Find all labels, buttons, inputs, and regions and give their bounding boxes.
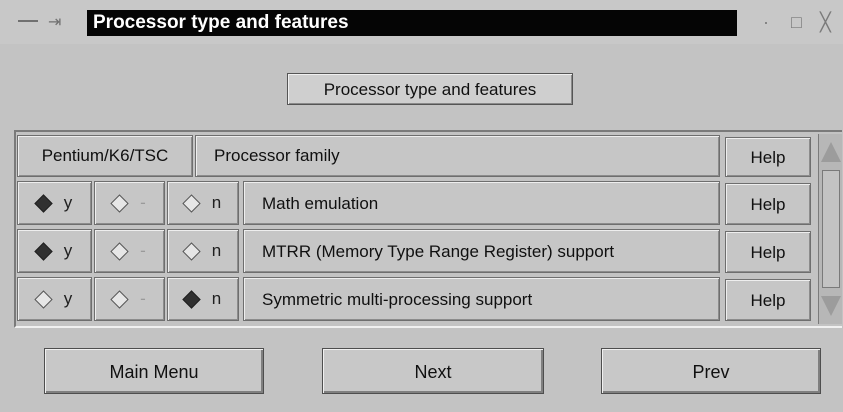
scroll-down-arrow-icon[interactable] (821, 296, 841, 316)
minimize-icon[interactable]: · (763, 12, 769, 32)
radio-diamond-icon (110, 241, 129, 261)
scroll-up-arrow-icon[interactable] (821, 142, 841, 162)
option-y-radio[interactable]: y (17, 181, 92, 225)
radio-diamond-icon (34, 241, 53, 261)
option-label: Symmetric multi-processing support (243, 277, 720, 321)
processor-family-label: Processor family (195, 135, 720, 177)
option-y-radio[interactable]: y (17, 277, 92, 321)
option-m-radio[interactable]: - (94, 229, 165, 273)
radio-diamond-icon (110, 193, 129, 213)
close-icon[interactable]: ╳ (820, 12, 831, 32)
maximize-icon[interactable]: □ (791, 12, 802, 32)
radio-diamond-icon (182, 289, 201, 309)
radio-diamond-icon (182, 193, 201, 213)
radio-diamond-icon (34, 193, 53, 213)
option-label: Math emulation (243, 181, 720, 225)
processor-family-value[interactable]: Pentium/K6/TSC (17, 135, 193, 177)
option-n-radio[interactable]: n (167, 181, 239, 225)
config-window: ⇥ Processor type and features · □ ╳ Proc… (0, 0, 843, 412)
radio-diamond-icon (34, 289, 53, 309)
scroll-thumb[interactable] (822, 170, 840, 288)
option-m-radio[interactable]: - (94, 181, 165, 225)
prev-button[interactable]: Prev (601, 348, 821, 394)
help-button[interactable]: Help (725, 183, 811, 225)
window-menu-icon[interactable] (18, 20, 38, 22)
pin-icon[interactable]: ⇥ (48, 12, 61, 32)
option-m-radio[interactable]: - (94, 277, 165, 321)
radio-diamond-icon (110, 289, 129, 309)
vertical-scrollbar[interactable] (818, 134, 842, 324)
help-button[interactable]: Help (725, 279, 811, 321)
option-n-radio[interactable]: n (167, 229, 239, 273)
help-button[interactable]: Help (725, 231, 811, 273)
radio-diamond-icon (182, 241, 201, 261)
window-title: Processor type and features (87, 10, 737, 36)
option-n-radio[interactable]: n (167, 277, 239, 321)
next-button[interactable]: Next (322, 348, 544, 394)
option-y-radio[interactable]: y (17, 229, 92, 273)
title-bar: ⇥ Processor type and features · □ ╳ (0, 0, 843, 44)
section-heading-button[interactable]: Processor type and features (287, 73, 573, 105)
main-menu-button[interactable]: Main Menu (44, 348, 264, 394)
option-label: MTRR (Memory Type Range Register) suppor… (243, 229, 720, 273)
help-button[interactable]: Help (725, 137, 811, 177)
